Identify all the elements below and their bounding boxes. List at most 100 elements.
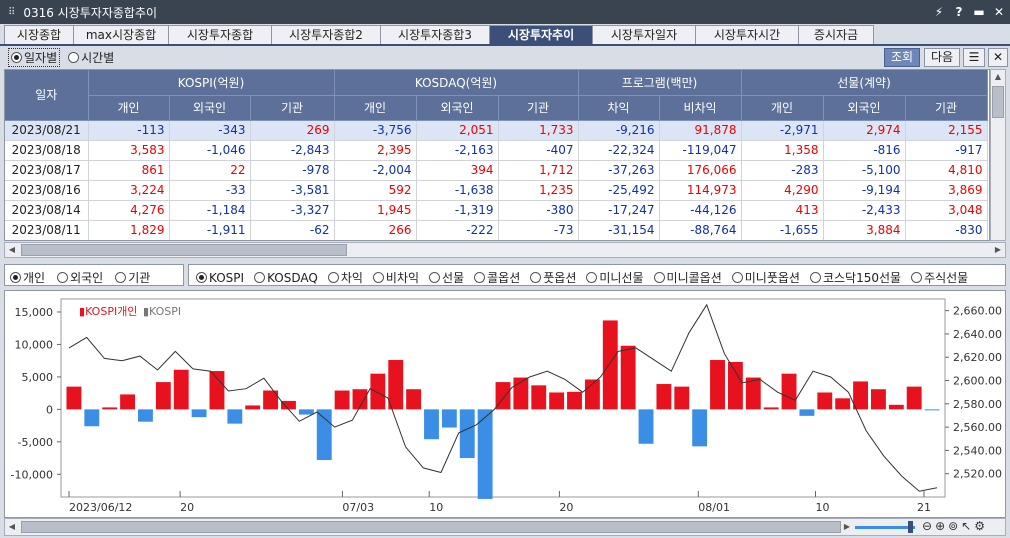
table-row[interactable]: 2023/08/16 3,224 -33 -3,581 592 -1,638 1,235 -2… [5, 180, 988, 201]
table-row[interactable]: 2023/08/14 4,276 -1,184 -3,327 1,945 -1,319 -3… [5, 200, 988, 221]
bar [155, 382, 171, 410]
radio-icon [586, 272, 598, 283]
value-cell: -37,263 [578, 160, 660, 181]
close-icon[interactable]: ✕ [992, 4, 1006, 20]
market-radio-4[interactable]: 선물 [429, 269, 464, 286]
bar [370, 373, 386, 410]
tab-market-investor-summary3[interactable]: 시장투자종합3 [380, 25, 490, 44]
right-tick-label: 2,600.00 [953, 375, 1002, 388]
value-cell: 266 [334, 220, 417, 240]
table-horizontal-scrollbar[interactable]: ◀ ▶ [4, 242, 1006, 258]
scroll-thumb[interactable] [992, 86, 1004, 118]
scroll-thumb[interactable] [21, 521, 841, 533]
value-cell: -830 [905, 220, 988, 240]
market-radio-6[interactable]: 풋옵션 [530, 269, 576, 286]
date-cell: 2023/08/14 [5, 200, 89, 221]
x-tick-label: 21 [917, 501, 931, 514]
tab-market-investor-summary[interactable]: 시장투자종합 [168, 25, 272, 44]
market-radio-1[interactable]: KOSDAQ [254, 271, 318, 285]
radio-icon [57, 272, 69, 283]
value-cell: 114,973 [659, 180, 742, 201]
scroll-right-icon[interactable]: ▶ [841, 520, 853, 534]
market-radio-9[interactable]: 미니풋옵션 [731, 269, 800, 286]
value-cell: -9,194 [823, 180, 906, 201]
bar [281, 400, 296, 410]
tab-market-summary[interactable]: 시장종합 [4, 25, 74, 44]
market-label: KOSPI [209, 270, 245, 285]
table-row[interactable]: 2023/08/17 861 22 -978 -2,004 394 1,712 -37,263… [5, 160, 988, 181]
right-tick-label: 2,620.00 [953, 351, 1002, 364]
table-row[interactable]: 2023/08/18 3,583 -1,046 -2,843 2,395 -2,163 -4… [5, 140, 988, 161]
investor-chart: 15,000 10,000 5,000 0 -5,000 -10,000 2,660.00 2… [4, 290, 1006, 518]
bar [477, 409, 493, 499]
market-radio-10[interactable]: 코스닥150선물 [809, 269, 902, 286]
bar [66, 386, 82, 410]
inquiry-button[interactable]: 조회 [884, 48, 920, 67]
scroll-left-icon[interactable]: ◀ [5, 520, 19, 534]
bar [334, 390, 350, 410]
value-cell: 3,869 [905, 180, 988, 201]
next-button[interactable]: 다음 [924, 48, 960, 67]
kosdaq-group-header: KOSDAQ(억원) [334, 70, 579, 96]
bar [549, 392, 565, 410]
help-icon[interactable]: ? [952, 4, 966, 20]
value-cell: -380 [498, 200, 579, 221]
list-icon[interactable]: ☰ [963, 48, 985, 67]
tab-market-funds[interactable]: 증시자금 [798, 25, 874, 44]
investor-radio-2[interactable]: 기관 [115, 269, 150, 286]
investor-radio-1[interactable]: 외국인 [57, 269, 103, 286]
value-cell: -407 [498, 140, 579, 161]
scroll-up-icon[interactable]: ▲ [991, 70, 1005, 84]
pin-icon[interactable]: ⚡ [932, 4, 946, 20]
zoom-slider-track[interactable] [855, 526, 915, 529]
chart-svg: 15,000 10,000 5,000 0 -5,000 -10,000 2,660.00 2… [11, 298, 1002, 514]
market-radio-3[interactable]: 비차익 [372, 269, 419, 286]
tab-market-investor-time[interactable]: 시장투자시간 [695, 25, 799, 44]
subheader-2: 기관 [250, 95, 335, 121]
market-radio-7[interactable]: 미니선물 [586, 269, 644, 286]
tab-market-investor-trend[interactable]: 시장투자추이 [489, 25, 593, 44]
value-cell: -2,843 [250, 140, 335, 161]
panel-close-icon[interactable]: ✕ [988, 48, 1008, 67]
market-radio-8[interactable]: 미니콜옵션 [653, 269, 722, 286]
bar [441, 409, 457, 428]
settings-icon[interactable]: ⚙ [974, 519, 988, 533]
value-cell: 4,276 [88, 200, 170, 221]
bar [745, 377, 761, 410]
right-tick-label: 2,560.00 [953, 421, 1002, 434]
zoom-out-icon[interactable]: ⊖ [922, 519, 935, 533]
cursor-icon[interactable]: ↖ [961, 519, 974, 533]
market-radio-11[interactable]: 주식선물 [911, 269, 968, 286]
market-radio-0[interactable]: KOSPI [196, 271, 244, 285]
value-cell: -113 [88, 120, 170, 141]
table-row[interactable]: 2023/08/11 1,829 -1,911 -62 266 -222 -73 -31,15… [5, 220, 988, 240]
chart-scrollbar[interactable]: ◀ ▶ ⊖⊕⊚↖⚙ [4, 518, 1006, 536]
market-label: 코스닥150선물 [822, 271, 902, 285]
tab-market-investor-summary2[interactable]: 시장투자종합2 [271, 25, 381, 44]
value-cell: 4,290 [741, 180, 824, 201]
zoom-slider-handle[interactable] [908, 521, 913, 533]
value-cell: 1,733 [498, 120, 579, 141]
table-row[interactable]: 2023/08/21 -113 -343 269 -3,756 2,051 1,733 -9,… [5, 120, 988, 141]
market-label: 차익 [340, 271, 363, 285]
scroll-right-icon[interactable]: ▶ [991, 243, 1005, 257]
value-cell: -2,433 [823, 200, 906, 221]
period-time-radio[interactable]: 시간별 [68, 49, 114, 66]
investor-radio-0[interactable]: 개인 [10, 269, 45, 286]
period-daily-radio[interactable]: 일자별 [8, 48, 61, 67]
scroll-left-icon[interactable]: ◀ [5, 243, 19, 257]
minimize-icon[interactable]: ▬ [972, 4, 986, 20]
left-tick-label: -10,000 [11, 468, 53, 481]
market-radio-2[interactable]: 차익 [327, 269, 363, 286]
value-cell: 1,358 [741, 140, 824, 161]
table-vertical-scrollbar[interactable]: ▲ [990, 69, 1006, 241]
zoom-fit-icon[interactable]: ⊚ [948, 519, 961, 533]
tab-max-market-summary[interactable]: max시장종합 [73, 25, 169, 44]
bar [620, 345, 636, 410]
value-cell: 4,810 [905, 160, 988, 181]
scroll-thumb[interactable] [21, 244, 347, 256]
value-cell: 394 [416, 160, 499, 181]
market-radio-5[interactable]: 콜옵션 [474, 269, 520, 286]
tab-market-investor-date[interactable]: 시장투자일자 [592, 25, 696, 44]
zoom-in-icon[interactable]: ⊕ [935, 519, 948, 533]
